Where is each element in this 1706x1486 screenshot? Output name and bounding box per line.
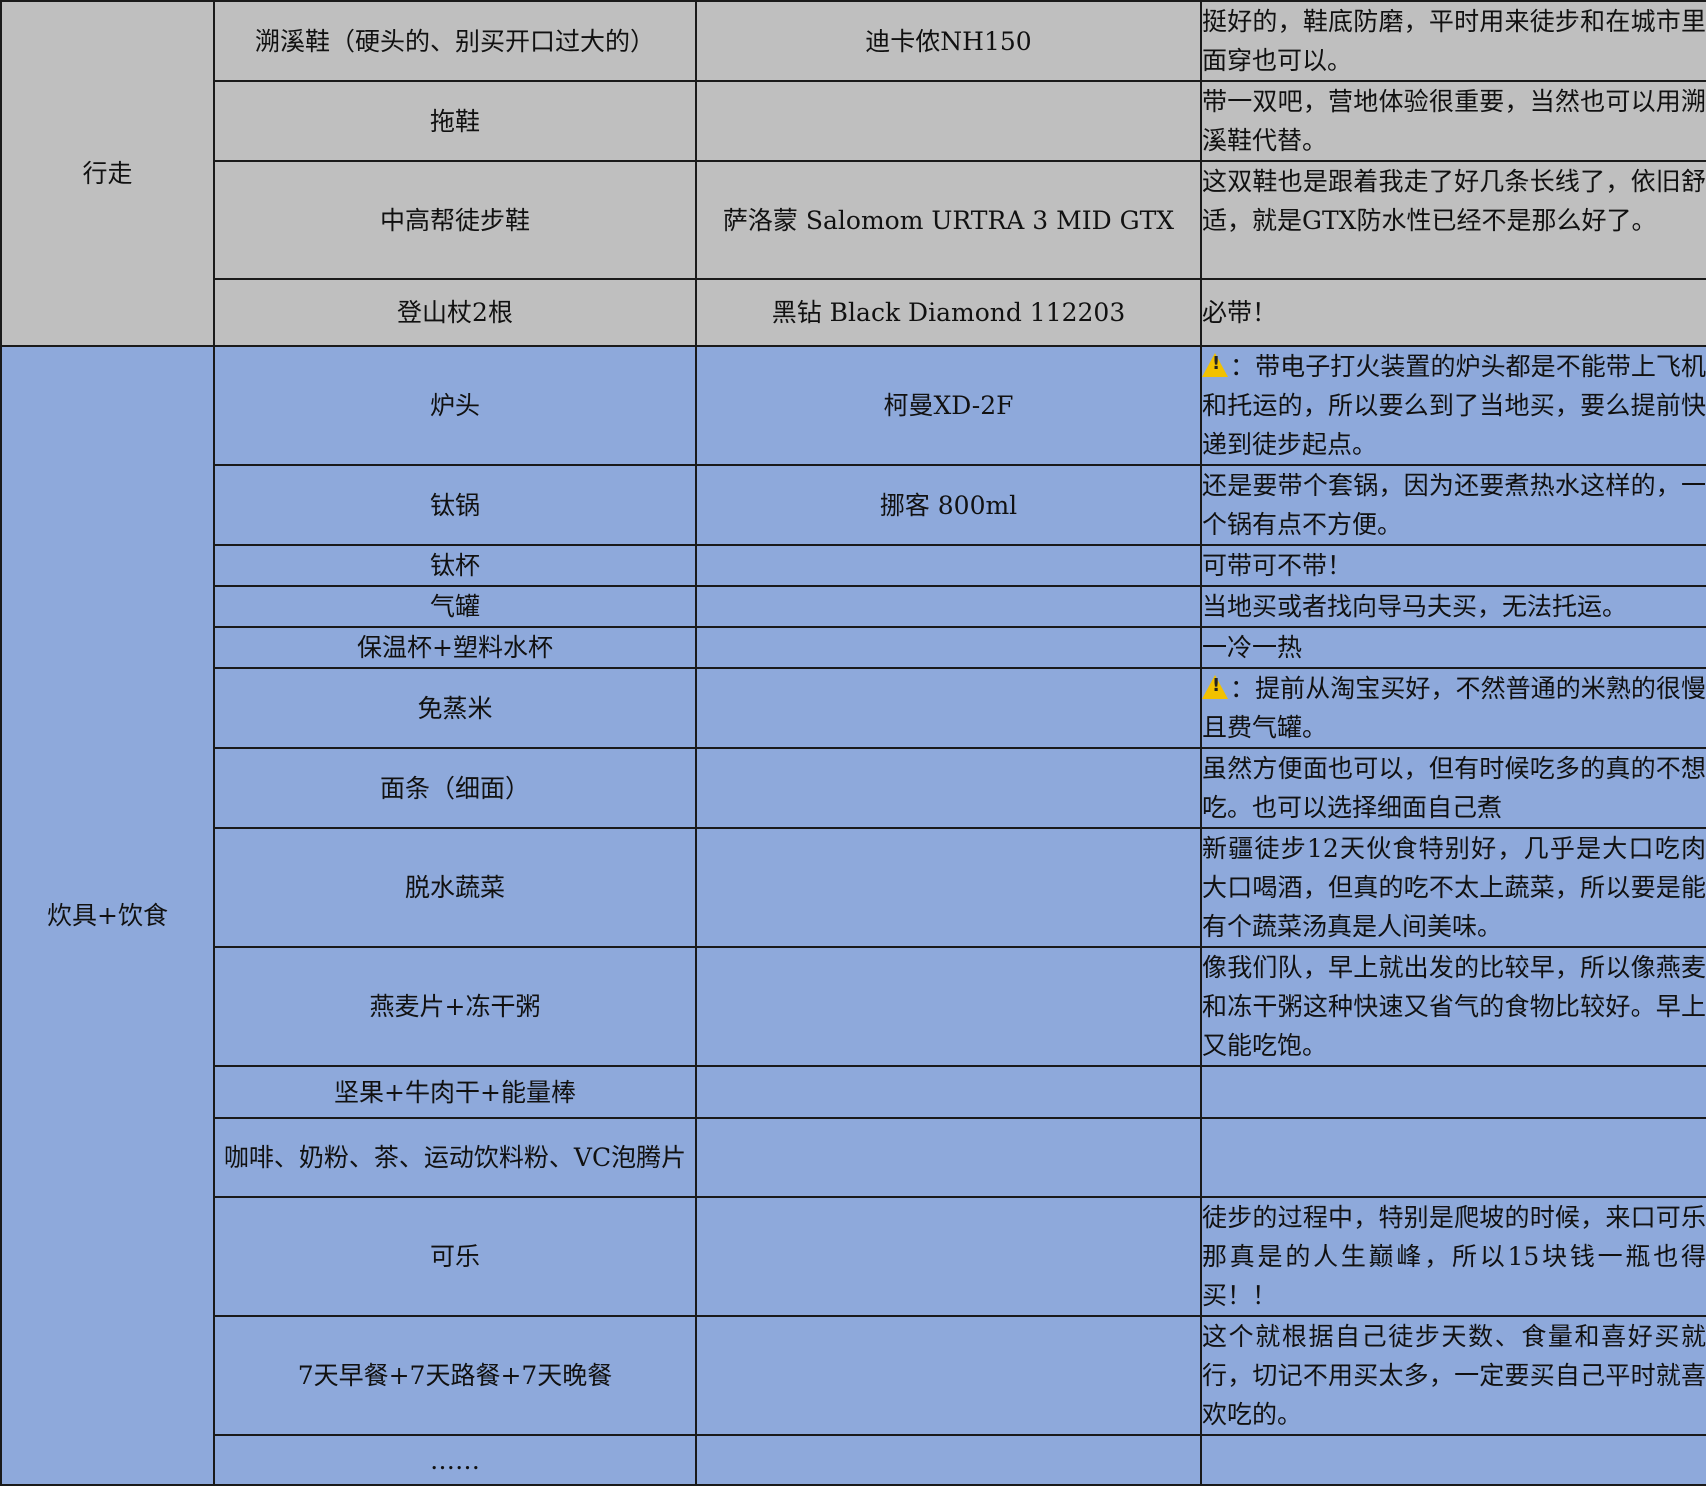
table-row: 炊具+饮食 炉头 柯曼XD-2F ：带电子打火装置的炉头都是不能带上飞机和托运的… (0, 345, 1706, 1486)
note-cell: 还是要带个套锅，因为还要煮热水这样的，一个锅有点不方便。 (1200, 464, 1706, 546)
note-cell: ：提前从淘宝买好，不然普通的米熟的很慢且费气罐。 (1200, 667, 1706, 749)
note-cell: 这双鞋也是跟着我走了好几条长线了，依旧舒适，就是GTX防水性已经不是那么好了。 (1200, 160, 1706, 280)
brand-cell: 挪客 800ml (695, 464, 1202, 546)
note-cell: 挺好的，鞋底防磨，平时用来徒步和在城市里面穿也可以。 (1200, 0, 1706, 82)
item-cell: …… (213, 1434, 697, 1486)
table-row: 保温杯+塑料水杯 一冷一热 (1, 626, 1706, 669)
table-row: 钛杯 可带可不带！ (1, 544, 1706, 587)
table-row: 7天早餐+7天路餐+7天晚餐 这个就根据自己徒步天数、食量和喜好买就行，切记不用… (1, 1315, 1706, 1436)
item-cell: 燕麦片+冻干粥 (213, 946, 697, 1067)
item-cell: 免蒸米 (213, 667, 697, 749)
brand-cell: 柯曼XD-2F (695, 345, 1202, 466)
category-walk: 行走 (0, 0, 215, 347)
gear-table: 行走 溯溪鞋（硬头的、别买开口过大的） 迪卡侬NH150 挺好的，鞋底防磨，平时… (0, 0, 1706, 1486)
category-food: 炊具+饮食 (0, 345, 215, 1486)
item-cell: 脱水蔬菜 (213, 827, 697, 948)
item-cell: 拖鞋 (213, 80, 697, 162)
table-row: 脱水蔬菜 新疆徒步12天伙食特别好，几乎是大口吃肉大口喝酒，但真的吃不太上蔬菜，… (1, 827, 1706, 948)
note-cell: 徒步的过程中，特别是爬坡的时候，来口可乐那真是的人生巅峰，所以15块钱一瓶也得买… (1200, 1196, 1706, 1317)
note-cell (1200, 1434, 1706, 1486)
item-cell: 钛杯 (213, 544, 697, 587)
item-cell: 气罐 (213, 585, 697, 628)
note-cell: 可带可不带！ (1200, 544, 1706, 587)
table-row: 登山杖2根 黑钻 Black Diamond 112203 必带！ (1, 278, 1706, 347)
warning-icon (1203, 353, 1228, 377)
table-row: 可乐 徒步的过程中，特别是爬坡的时候，来口可乐那真是的人生巅峰，所以15块钱一瓶… (1, 1196, 1706, 1317)
item-cell: 溯溪鞋（硬头的、别买开口过大的） (213, 0, 697, 82)
brand-cell: 黑钻 Black Diamond 112203 (695, 278, 1202, 347)
note-cell: 带一双吧，营地体验很重要，当然也可以用溯溪鞋代替。 (1200, 80, 1706, 162)
item-cell: 可乐 (213, 1196, 697, 1317)
table-row: 咖啡、奶粉、茶、运动饮料粉、VC泡腾片 (1, 1117, 1706, 1198)
note-cell: 当地买或者找向导马夫买，无法托运。 (1200, 585, 1706, 628)
item-cell: 登山杖2根 (213, 278, 697, 347)
item-cell: 7天早餐+7天路餐+7天晚餐 (213, 1315, 697, 1436)
note-cell: 这个就根据自己徒步天数、食量和喜好买就行，切记不用买太多，一定要买自己平时就喜欢… (1200, 1315, 1706, 1436)
brand-cell (695, 626, 1202, 669)
brand-cell (695, 1117, 1202, 1198)
note-cell: ：带电子打火装置的炉头都是不能带上飞机和托运的，所以要么到了当地买，要么提前快递… (1200, 345, 1706, 466)
brand-cell (695, 544, 1202, 587)
note-cell: 像我们队，早上就出发的比较早，所以像燕麦和冻干粥这种快速又省气的食物比较好。早上… (1200, 946, 1706, 1067)
table-row: 拖鞋 带一双吧，营地体验很重要，当然也可以用溯溪鞋代替。 (1, 80, 1706, 162)
warning-icon (1203, 675, 1228, 699)
brand-cell: 萨洛蒙 Salomom URTRA 3 MID GTX (695, 160, 1202, 280)
brand-cell (695, 946, 1202, 1067)
brand-cell (695, 80, 1202, 162)
table-row: 中高帮徒步鞋 萨洛蒙 Salomom URTRA 3 MID GTX 这双鞋也是… (1, 160, 1706, 280)
note-cell: 新疆徒步12天伙食特别好，几乎是大口吃肉大口喝酒，但真的吃不太上蔬菜，所以要是能… (1200, 827, 1706, 948)
note-cell: 虽然方便面也可以，但有时候吃多的真的不想吃。也可以选择细面自己煮 (1200, 747, 1706, 829)
table-row: 气罐 当地买或者找向导马夫买，无法托运。 (1, 585, 1706, 628)
table-row: 免蒸米 ：提前从淘宝买好，不然普通的米熟的很慢且费气罐。 (1, 667, 1706, 749)
table-row: 行走 溯溪鞋（硬头的、别买开口过大的） 迪卡侬NH150 挺好的，鞋底防磨，平时… (0, 0, 1706, 347)
note-cell (1200, 1117, 1706, 1198)
item-cell: 保温杯+塑料水杯 (213, 626, 697, 669)
table-row: 面条（细面） 虽然方便面也可以，但有时候吃多的真的不想吃。也可以选择细面自己煮 (1, 747, 1706, 829)
brand-cell (695, 585, 1202, 628)
table-row: 燕麦片+冻干粥 像我们队，早上就出发的比较早，所以像燕麦和冻干粥这种快速又省气的… (1, 946, 1706, 1067)
brand-cell: 迪卡侬NH150 (695, 0, 1202, 82)
table-row: 坚果+牛肉干+能量棒 (1, 1065, 1706, 1119)
item-cell: 钛锅 (213, 464, 697, 546)
item-cell: 面条（细面） (213, 747, 697, 829)
item-cell: 咖啡、奶粉、茶、运动饮料粉、VC泡腾片 (213, 1117, 697, 1198)
brand-cell (695, 1315, 1202, 1436)
note-cell: 必带！ (1200, 278, 1706, 347)
brand-cell (695, 1065, 1202, 1119)
brand-cell (695, 827, 1202, 948)
note-cell (1200, 1065, 1706, 1119)
brand-cell (695, 1434, 1202, 1486)
table-row: 钛锅 挪客 800ml 还是要带个套锅，因为还要煮热水这样的，一个锅有点不方便。 (1, 464, 1706, 546)
brand-cell (695, 667, 1202, 749)
item-cell: 炉头 (213, 345, 697, 466)
brand-cell (695, 747, 1202, 829)
note-cell: 一冷一热 (1200, 626, 1706, 669)
item-cell: 中高帮徒步鞋 (213, 160, 697, 280)
item-cell: 坚果+牛肉干+能量棒 (213, 1065, 697, 1119)
brand-cell (695, 1196, 1202, 1317)
table-row: …… (1, 1434, 1706, 1486)
